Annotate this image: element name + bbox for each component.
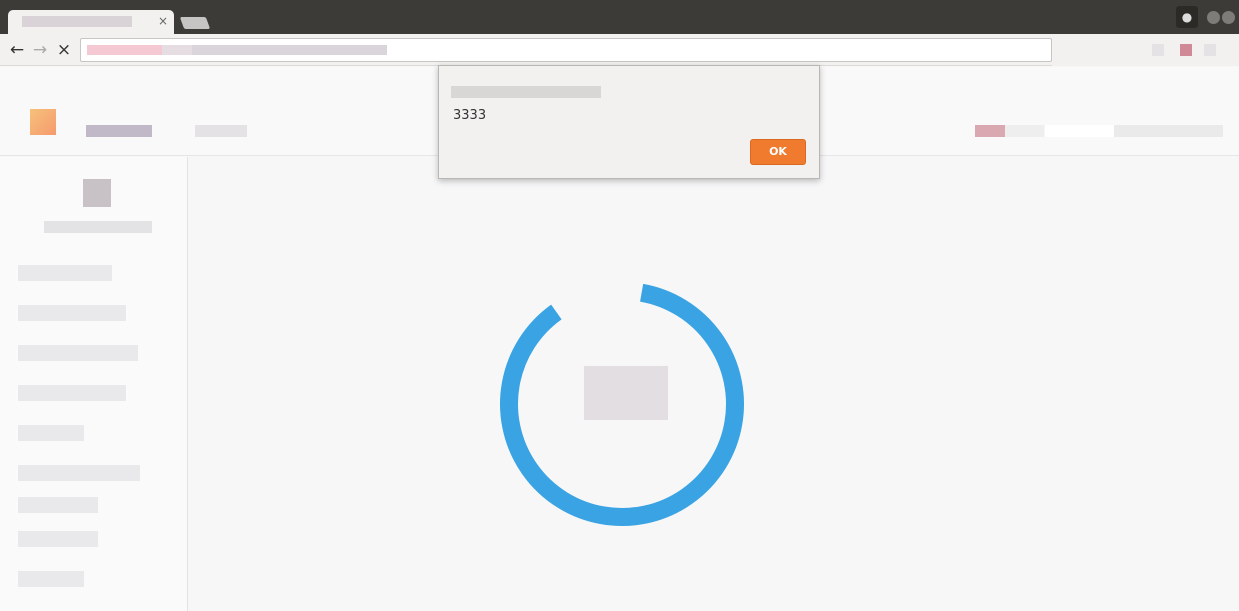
alert-message: 3333 xyxy=(453,108,487,123)
sidebar xyxy=(0,157,188,611)
browser-toolbar: ← → × xyxy=(0,34,1239,66)
site-nav-link[interactable] xyxy=(195,125,247,137)
profile-icon[interactable]: ● xyxy=(1176,6,1198,28)
address-bar[interactable] xyxy=(80,38,1052,62)
tab-title xyxy=(22,16,132,27)
url-text xyxy=(87,45,387,55)
stop-icon[interactable]: × xyxy=(55,39,73,61)
extension-icon[interactable] xyxy=(1180,44,1192,56)
extension-icon[interactable] xyxy=(1204,44,1216,56)
tab-close-icon[interactable]: × xyxy=(158,13,168,29)
avatar xyxy=(83,179,111,207)
minimize-icon[interactable] xyxy=(1207,11,1220,24)
site-name xyxy=(86,125,152,137)
alert-title xyxy=(451,86,601,98)
loading-placeholder xyxy=(584,366,668,420)
new-tab-icon[interactable] xyxy=(179,17,211,29)
forward-arrow-icon[interactable]: → xyxy=(31,39,49,61)
sidebar-item[interactable] xyxy=(18,345,138,361)
sidebar-item[interactable] xyxy=(18,265,112,281)
ok-button[interactable]: OK xyxy=(750,139,806,165)
sidebar-item[interactable] xyxy=(18,385,126,401)
tab-bar: × ● xyxy=(0,0,1239,34)
sidebar-item[interactable] xyxy=(18,425,84,441)
sidebar-item[interactable] xyxy=(18,531,98,547)
back-arrow-icon[interactable]: ← xyxy=(8,39,26,61)
active-tab[interactable]: × xyxy=(8,10,174,34)
maximize-icon[interactable] xyxy=(1222,11,1235,24)
sidebar-item[interactable] xyxy=(18,497,98,513)
user-name xyxy=(44,221,152,233)
sidebar-item[interactable] xyxy=(18,571,84,587)
sidebar-item[interactable] xyxy=(18,465,140,481)
extensions-area xyxy=(1052,34,1239,66)
extension-icon[interactable] xyxy=(1152,44,1164,56)
sidebar-item[interactable] xyxy=(18,305,126,321)
browser-window: × ● ← → × 3333 OK xyxy=(0,0,1239,611)
header-actions[interactable] xyxy=(975,125,1223,137)
alert-dialog: 3333 OK xyxy=(438,65,820,179)
site-logo[interactable] xyxy=(30,109,56,135)
